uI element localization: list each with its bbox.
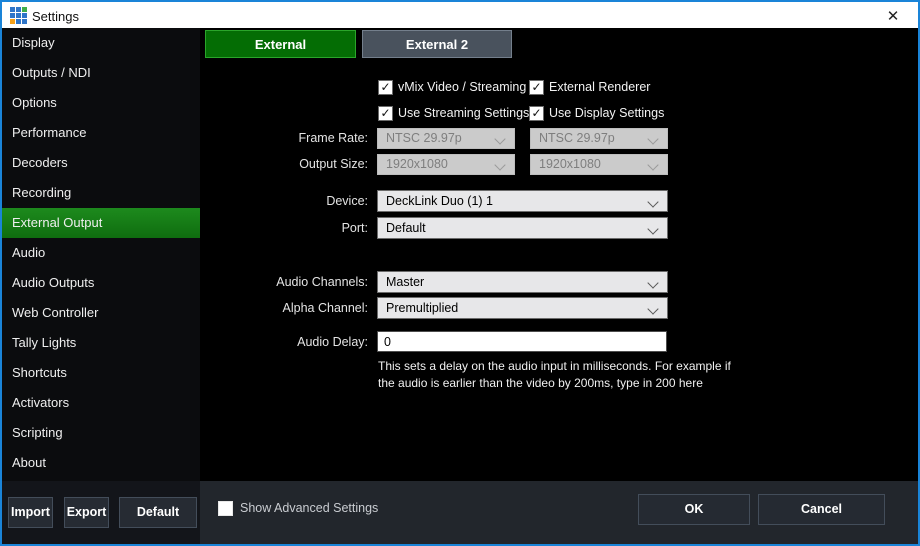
chevron-down-icon — [647, 223, 658, 234]
default-button[interactable]: Default — [119, 497, 197, 528]
ok-button[interactable]: OK — [638, 494, 750, 525]
sidebar-item-performance[interactable]: Performance — [2, 118, 200, 148]
sidebar-item-display[interactable]: Display — [2, 28, 200, 58]
audio-channels-select[interactable]: Master — [377, 271, 668, 293]
import-button[interactable]: Import — [8, 497, 53, 528]
vmix-logo-icon — [10, 7, 27, 24]
audio-delay-input[interactable] — [377, 331, 667, 352]
settings-window: Settings ✕ Display Outputs / NDI Options… — [0, 0, 920, 546]
chevron-down-icon — [647, 196, 658, 207]
help-line-2: the audio is earlier than the video by 2… — [378, 375, 808, 392]
alpha-channel-value: Premultiplied — [386, 301, 458, 315]
output-size-label: Output Size: — [230, 156, 368, 172]
device-value: DeckLink Duo (1) 1 — [386, 194, 493, 208]
sidebar-item-audio-outputs[interactable]: Audio Outputs — [2, 268, 200, 298]
sidebar-item-audio[interactable]: Audio — [2, 238, 200, 268]
output-size-value-right: 1920x1080 — [539, 157, 601, 171]
logo-cell — [16, 13, 21, 18]
logo-cell — [22, 19, 27, 24]
export-button[interactable]: Export — [64, 497, 109, 528]
content-area — [200, 28, 918, 481]
sidebar-item-shortcuts[interactable]: Shortcuts — [2, 358, 200, 388]
frame-rate-value-right: NTSC 29.97p — [539, 131, 615, 145]
vmix-video-streaming-checkbox[interactable]: ✓ — [378, 80, 393, 95]
logo-cell — [22, 7, 27, 12]
chevron-down-icon — [494, 133, 505, 144]
port-label: Port: — [230, 220, 368, 236]
tab-external-2[interactable]: External 2 — [362, 30, 512, 58]
audio-delay-help-text: This sets a delay on the audio input in … — [378, 358, 808, 393]
logo-cell — [16, 19, 21, 24]
chevron-down-icon — [647, 303, 658, 314]
use-display-settings-checkbox[interactable]: ✓ — [529, 106, 544, 121]
output-size-select-right[interactable]: 1920x1080 — [530, 154, 668, 175]
sidebar-item-web-controller[interactable]: Web Controller — [2, 298, 200, 328]
chevron-down-icon — [494, 159, 505, 170]
external-renderer-checkbox[interactable]: ✓ — [529, 80, 544, 95]
vmix-video-streaming-label: vMix Video / Streaming — [398, 80, 526, 95]
sidebar-item-tally-lights[interactable]: Tally Lights — [2, 328, 200, 358]
sidebar-item-outputs-ndi[interactable]: Outputs / NDI — [2, 58, 200, 88]
port-value: Default — [386, 221, 426, 235]
audio-delay-label: Audio Delay: — [230, 334, 368, 350]
sidebar-item-recording[interactable]: Recording — [2, 178, 200, 208]
frame-rate-label: Frame Rate: — [230, 130, 368, 146]
close-button[interactable]: ✕ — [876, 4, 910, 30]
logo-cell — [16, 7, 21, 12]
logo-cell — [22, 13, 27, 18]
output-size-select-left[interactable]: 1920x1080 — [377, 154, 515, 175]
logo-cell — [10, 13, 15, 18]
chevron-down-icon — [647, 133, 658, 144]
close-icon: ✕ — [887, 8, 900, 25]
frame-rate-value-left: NTSC 29.97p — [386, 131, 462, 145]
sidebar-item-decoders[interactable]: Decoders — [2, 148, 200, 178]
alpha-channel-label: Alpha Channel: — [230, 300, 368, 316]
sidebar-item-activators[interactable]: Activators — [2, 388, 200, 418]
external-renderer-label: External Renderer — [549, 80, 650, 95]
alpha-channel-select[interactable]: Premultiplied — [377, 297, 668, 319]
device-select[interactable]: DeckLink Duo (1) 1 — [377, 190, 668, 212]
output-size-value-left: 1920x1080 — [386, 157, 448, 171]
use-display-settings-label: Use Display Settings — [549, 106, 664, 121]
sidebar-item-external-output[interactable]: External Output — [2, 208, 200, 238]
logo-cell — [10, 19, 15, 24]
tab-external[interactable]: External — [205, 30, 356, 58]
sidebar-item-about[interactable]: About — [2, 448, 200, 478]
help-line-1: This sets a delay on the audio input in … — [378, 358, 808, 375]
sidebar-item-scripting[interactable]: Scripting — [2, 418, 200, 448]
chevron-down-icon — [647, 277, 658, 288]
logo-cell — [10, 7, 15, 12]
titlebar: Settings ✕ — [2, 2, 918, 28]
use-streaming-settings-label: Use Streaming Settings — [398, 106, 529, 121]
cancel-button[interactable]: Cancel — [758, 494, 885, 525]
device-label: Device: — [230, 193, 368, 209]
sidebar: Display Outputs / NDI Options Performanc… — [2, 28, 200, 481]
audio-channels-label: Audio Channels: — [230, 274, 368, 290]
window-title: Settings — [32, 4, 79, 30]
sidebar-item-options[interactable]: Options — [2, 88, 200, 118]
use-streaming-settings-checkbox[interactable]: ✓ — [378, 106, 393, 121]
show-advanced-settings-checkbox[interactable] — [218, 501, 233, 516]
frame-rate-select-left[interactable]: NTSC 29.97p — [377, 128, 515, 149]
frame-rate-select-right[interactable]: NTSC 29.97p — [530, 128, 668, 149]
audio-channels-value: Master — [386, 275, 424, 289]
show-advanced-settings-label: Show Advanced Settings — [240, 500, 378, 516]
port-select[interactable]: Default — [377, 217, 668, 239]
chevron-down-icon — [647, 159, 658, 170]
